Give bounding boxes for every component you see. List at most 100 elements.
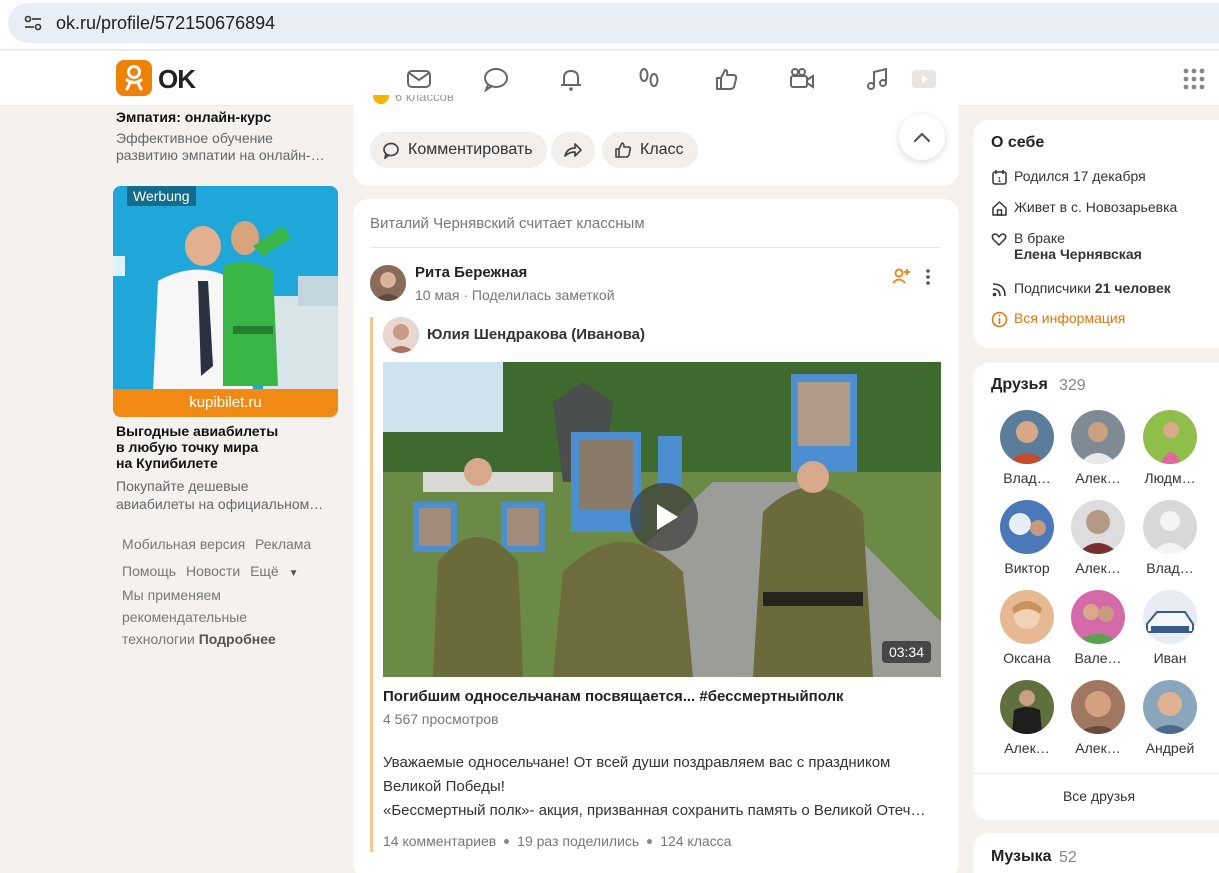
friend-name: Людм… [1144,470,1196,486]
all-info-link[interactable]: Вся информация [991,310,1125,328]
post-text-line3: «Бессмертный полк»- акция, призванная со… [383,802,931,819]
news-link[interactable]: Новости [186,563,240,579]
ad1-title[interactable]: Эмпатия: онлайн-курс [116,109,271,125]
post-meta: 10 мая · Поделилась заметкой [415,287,615,303]
messages-icon[interactable] [405,66,433,92]
class-like-button[interactable]: Класс [602,132,698,168]
subscribers-value: 21 человек [1094,280,1171,296]
post-likes-count[interactable]: 6 классов [373,95,454,105]
shares-count[interactable]: 19 раз поделились [517,833,639,849]
home-icon [992,201,1007,216]
friend-item[interactable]: Иван [1134,590,1206,666]
friend-item[interactable]: Оксана [991,590,1063,666]
friend-item[interactable]: Влад… [1134,500,1206,576]
friend-avatar [1143,590,1197,644]
rss-icon [992,283,1006,297]
ad2-description[interactable]: Покупайте дешевые авиабилеты на официаль… [116,477,338,513]
comment-label: Комментировать [408,141,533,158]
likes-text: 6 классов [395,95,454,104]
notifications-bell-icon[interactable] [557,66,585,92]
friend-item[interactable]: Виктор [991,500,1063,576]
ad-banner-image[interactable]: Werbung kupibilet.ru [113,186,338,417]
all-info-text: Вся информация [1014,310,1126,326]
author-name[interactable]: Рита Бережная [415,264,527,281]
ad1-description[interactable]: Эффективное обучение развитию эмпатии на… [116,130,338,164]
likes-thumb-icon[interactable] [712,66,740,92]
chevron-up-icon [913,132,931,143]
author-avatar[interactable] [370,265,406,301]
friend-name: Иван [1153,650,1187,666]
friend-item[interactable]: Алек… [1062,410,1134,486]
more-details-link[interactable]: Подробнее [199,631,276,647]
repost-author-name[interactable]: Юлия Шендракова (Иванова) [427,326,645,343]
ad-brand-strip[interactable]: kupibilet.ru [113,389,338,417]
url-field[interactable]: ok.ru/profile/572150676894 [8,3,1219,43]
share-button[interactable] [551,132,595,168]
post-action: Поделилась заметкой [471,287,615,303]
video-title[interactable]: Погибшим односельчанам посвящается... #б… [383,688,844,705]
more-options-icon[interactable] [921,267,935,287]
apps-grid-icon[interactable] [1183,68,1205,90]
play-icon [657,504,678,530]
more-link[interactable]: Ещё ▼ [250,563,304,579]
scroll-to-top-button[interactable] [899,114,945,160]
post-text-line1: Уважаемые односельчане! От всей души поз… [383,754,891,771]
ok-logo-icon[interactable] [116,60,152,96]
feed-post: Виталий Чернявский считает классным Рита… [353,199,959,873]
divider [370,247,941,248]
music-note-icon[interactable] [864,66,892,92]
friend-item[interactable]: Алек… [1062,680,1134,756]
add-friend-icon[interactable] [891,266,911,286]
friend-item[interactable]: Алек… [991,680,1063,756]
classes-count[interactable]: 124 класса [660,833,731,849]
friends-card: Друзья 329 Влад… Алек… Людм… Виктор Алек… [973,363,1219,820]
video-camera-icon[interactable] [788,66,816,92]
location-row: Живет в с. Новозарьевка [991,199,1177,217]
about-card: О себе 1 Родился 17 декабря Живет в с. Н… [973,120,1219,348]
friend-name: Вале… [1074,650,1122,666]
friend-item[interactable]: Вале… [1062,590,1134,666]
friend-item[interactable]: Андрей [1134,680,1206,756]
friend-name: Андрей [1145,740,1195,756]
mobile-version-link[interactable]: Мобильная версия [122,536,245,552]
play-button[interactable] [630,483,698,551]
friend-item[interactable]: Алек… [1062,500,1134,576]
ad2-desc-line2: авиабилеты на официальном… [116,496,324,512]
birthday-text: Родился 17 декабря [1014,168,1146,184]
help-link[interactable]: Помощь [122,563,176,579]
ok-logo-text[interactable]: OK [158,64,196,95]
footer-links: Мобильная версия Реклама Помощь Новости … [122,531,342,587]
video-views: 4 567 просмотров [383,711,499,727]
friend-name: Виктор [1004,560,1050,576]
site-settings-icon[interactable] [24,15,42,31]
video-play-icon[interactable] [910,66,938,92]
music-card: Музыка 52 [973,833,1219,873]
ads-link[interactable]: Реклама [255,536,311,552]
friend-avatar [1000,590,1054,644]
comments-count[interactable]: 14 комментариев [383,833,496,849]
note-line3: технологии [122,631,195,647]
discussions-icon[interactable] [482,66,510,93]
liked-by-text[interactable]: Виталий Чернявский считает классным [370,215,645,232]
post-text[interactable]: Уважаемые односельчане! От всей души поз… [383,751,931,823]
guests-footprints-icon[interactable] [635,66,663,92]
music-title[interactable]: Музыка [991,848,1052,866]
subscribers-row[interactable]: Подписчики 21 человек [991,280,1171,298]
friend-item[interactable]: Влад… [991,410,1063,486]
all-friends-link[interactable]: Все друзья [973,788,1219,804]
spouse-link[interactable]: Елена Чернявская [1014,246,1142,262]
friend-avatar [1000,680,1054,734]
friend-avatar [1071,590,1125,644]
friend-item[interactable]: Людм… [1134,410,1206,486]
video-player[interactable]: 03:34 [383,362,941,677]
friend-avatar [1071,500,1125,554]
post-text-line2: Великой Победы! [383,778,505,795]
separator-dot [647,838,653,844]
comment-button[interactable]: Комментировать [370,132,547,168]
ad2-title[interactable]: Выгодные авиабилеты в любую точку мира н… [116,423,338,471]
friends-title[interactable]: Друзья [991,376,1048,394]
repost-author-avatar[interactable] [383,317,419,353]
post-date[interactable]: 10 мая [415,287,459,303]
ad2-title-line1: Выгодные авиабилеты [116,423,279,439]
browser-address-bar: ok.ru/profile/572150676894 [0,0,1219,50]
